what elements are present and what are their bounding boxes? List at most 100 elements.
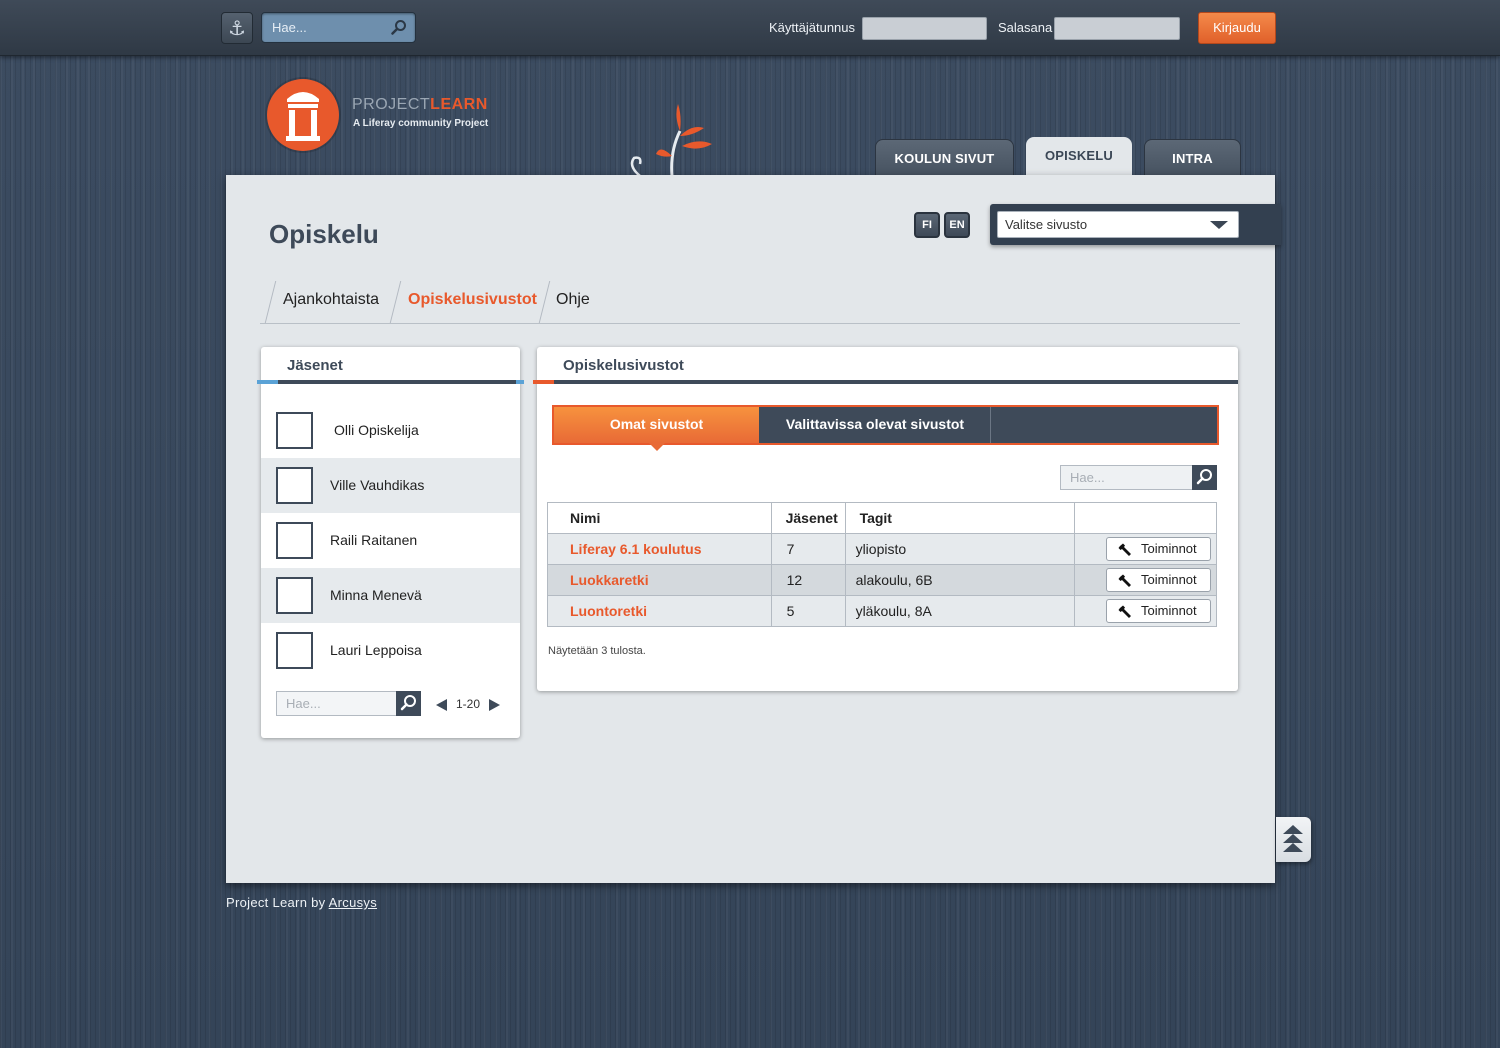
sites-title: Opiskelusivustot (563, 357, 684, 374)
list-item[interactable]: Olli Opiskelija (261, 403, 520, 458)
avatar (276, 467, 313, 504)
actions-label: Toiminnot (1141, 603, 1197, 618)
tab-opiskelu[interactable]: OPISKELU (1026, 137, 1132, 177)
site-name-link[interactable]: Liferay 6.1 koulutus (547, 533, 772, 565)
site-select-value: Valitse sivusto (1005, 217, 1088, 232)
site-name-link[interactable]: Luokkaretki (547, 564, 772, 596)
member-name: Minna Menevä (330, 587, 422, 603)
avatar (276, 632, 313, 669)
search-icon (1196, 469, 1212, 485)
lang-en-button[interactable]: EN (944, 212, 970, 238)
table-row: Liferay 6.1 koulutus 7 yliopisto Toiminn… (547, 533, 1217, 565)
wrench-icon (1118, 574, 1131, 587)
table-row: Luokkaretki 12 alakoulu, 6B Toiminnot (547, 564, 1217, 596)
avatar (276, 412, 313, 449)
actions-label: Toiminnot (1141, 572, 1197, 587)
next-page-icon[interactable] (489, 699, 500, 711)
username-label: Käyttäjätunnus (769, 20, 856, 35)
results-count: Näytetään 3 tulosta. (548, 645, 646, 657)
wrench-icon (1118, 605, 1131, 618)
sites-title-bar (533, 380, 1238, 384)
top-search-input[interactable] (262, 13, 386, 42)
site-tags: yliopisto (844, 533, 1076, 565)
site-members-count: 5 (770, 595, 846, 627)
site-members-count: 12 (770, 564, 846, 596)
tab-omat-sivustot[interactable]: Omat sivustot (554, 407, 759, 443)
subtab-ohje[interactable]: Ohje (556, 291, 590, 309)
sites-portlet: Opiskelusivustot Omat sivustot Valittavi… (533, 347, 1238, 691)
tab-intra[interactable]: INTRA (1144, 139, 1241, 176)
list-item[interactable]: Minna Menevä (261, 568, 520, 623)
top-bar: ⚓ Käyttäjätunnus Salasana Kirjaudu (0, 0, 1500, 56)
tab-separator (538, 281, 551, 323)
members-portlet: Jäsenet Olli Opiskelija Ville Vauhdikas … (257, 347, 524, 738)
pager-range: 1-20 (456, 697, 481, 711)
sites-table: Nimi Jäsenet Tagit Liferay 6.1 koulutus … (547, 502, 1217, 627)
actions-cell: Toiminnot (1074, 533, 1217, 565)
login-button[interactable]: Kirjaudu (1198, 12, 1276, 44)
member-name: Raili Raitanen (330, 532, 418, 548)
table-header: Nimi Jäsenet Tagit (547, 502, 1217, 534)
member-name: Olli Opiskelija (334, 422, 419, 438)
site-select[interactable]: Valitse sivusto (997, 211, 1239, 238)
site-tags: alakoulu, 6B (844, 564, 1076, 596)
footer-text: Project Learn by (226, 895, 326, 910)
sites-search-input[interactable] (1061, 466, 1191, 489)
logo-name: PROJECTLEARN (352, 96, 488, 113)
tab-valittavissa-sivustot[interactable]: Valittavissa olevat sivustot (759, 407, 991, 443)
tab-separator (389, 281, 402, 323)
password-label: Salasana (998, 20, 1053, 35)
footer: Project Learn by Arcusys (226, 895, 377, 910)
lang-fi-button[interactable]: FI (914, 212, 940, 238)
actions-cell: Toiminnot (1074, 595, 1217, 627)
site-tags: yläkoulu, 8A (844, 595, 1076, 627)
column-header-actions (1074, 502, 1217, 534)
anchor-icon[interactable]: ⚓ (221, 12, 253, 44)
member-name: Ville Vauhdikas (330, 477, 425, 493)
active-tab-pointer (649, 443, 665, 451)
logo-icon[interactable] (267, 79, 339, 151)
prev-page-icon[interactable] (436, 699, 447, 711)
divider (990, 407, 991, 443)
column-header-name[interactable]: Nimi (547, 502, 772, 534)
actions-button[interactable]: Toiminnot (1106, 537, 1211, 561)
member-name: Lauri Leppoisa (330, 642, 422, 658)
site-selector-bar: Valitse sivusto (990, 204, 1281, 245)
members-title-bar (257, 380, 524, 384)
list-item[interactable]: Lauri Leppoisa (261, 623, 520, 678)
username-field[interactable] (862, 17, 987, 40)
actions-cell: Toiminnot (1074, 564, 1217, 596)
members-search (276, 691, 421, 716)
members-title: Jäsenet (287, 357, 343, 374)
actions-button[interactable]: Toiminnot (1106, 568, 1211, 592)
site-name-link[interactable]: Luontoretki (547, 595, 772, 627)
search-button[interactable] (396, 691, 421, 716)
tab-separator (264, 281, 277, 323)
list-item[interactable]: Raili Raitanen (261, 513, 520, 568)
chevron-down-icon[interactable] (1210, 221, 1228, 229)
scroll-to-top-button[interactable] (1276, 817, 1311, 862)
search-button[interactable] (1192, 465, 1217, 490)
logo-tagline: A Liferay community Project (353, 118, 489, 129)
column-header-members[interactable]: Jäsenet (770, 502, 846, 534)
top-search (261, 12, 416, 43)
search-icon[interactable] (391, 19, 407, 35)
site-type-tabs: Omat sivustot Valittavissa olevat sivust… (552, 405, 1219, 445)
column-header-tags[interactable]: Tagit (844, 502, 1076, 534)
main-panel: Opiskelu FI EN Valitse sivusto Ajankohta… (226, 175, 1281, 883)
wrench-icon (1118, 543, 1131, 556)
search-icon (400, 695, 416, 711)
site-members-count: 7 (770, 533, 846, 565)
plant-decoration (630, 104, 712, 176)
table-row: Luontoretki 5 yläkoulu, 8A Toiminnot (547, 595, 1217, 627)
footer-link-arcusys[interactable]: Arcusys (329, 895, 377, 910)
sub-navigation: Ajankohtaista Opiskelusivustot Ohje (260, 279, 1240, 324)
tab-koulun-sivut[interactable]: KOULUN SIVUT (875, 139, 1014, 176)
subtab-opiskelusivustot[interactable]: Opiskelusivustot (408, 291, 537, 309)
actions-button[interactable]: Toiminnot (1106, 599, 1211, 623)
page-title: Opiskelu (269, 219, 379, 249)
password-field[interactable] (1054, 17, 1180, 40)
list-item[interactable]: Ville Vauhdikas (261, 458, 520, 513)
members-search-input[interactable] (277, 692, 395, 715)
subtab-ajankohtaista[interactable]: Ajankohtaista (283, 291, 379, 309)
